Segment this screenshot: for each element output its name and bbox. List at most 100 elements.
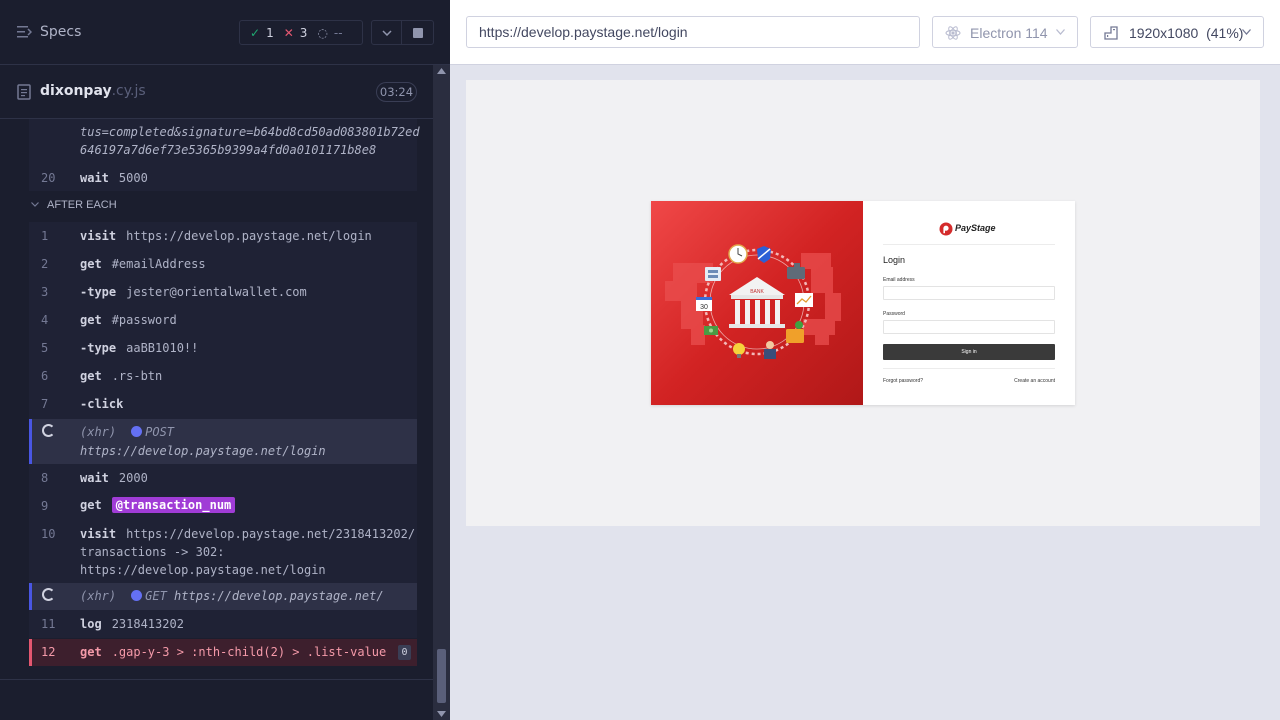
command-row[interactable]: 3 -type jester@orientalwallet.com <box>29 278 417 306</box>
specs-label[interactable]: Specs <box>40 24 81 40</box>
scroll-up-arrow-icon[interactable] <box>437 68 446 74</box>
atm-icon <box>705 267 721 281</box>
scroll-down-arrow-icon[interactable] <box>437 711 446 717</box>
command-number: 8 <box>41 471 49 485</box>
command-row[interactable]: 4 get #password <box>29 306 417 334</box>
command-row[interactable]: 10 visit https://develop.paystage.net/231… <box>29 520 417 583</box>
spinner-icon: ◌ <box>317 25 328 40</box>
command-message: .rs-btn <box>111 369 163 383</box>
lightbulb-icon <box>733 343 745 358</box>
specs-list-icon[interactable] <box>17 26 32 38</box>
failed-command-row[interactable]: 12 get .gap-y-3 > :nth-child(2) > .list-v… <box>29 639 417 666</box>
command-log-panel: Specs ✓ 1 ✕ 3 ◌ -- dixonpay.cy.js 03:24 … <box>0 0 450 720</box>
bank-label: BANK <box>750 289 764 295</box>
run-duration: 03:24 <box>376 82 417 102</box>
command-row[interactable]: 6 get .rs-btn <box>29 362 417 390</box>
command-message: .gap-y-3 > :nth-child(2) > .list-value <box>111 645 387 659</box>
viewport-size: 1920x1080 <box>1129 25 1199 41</box>
x-icon: ✕ <box>283 25 294 40</box>
command-name: get <box>80 645 102 659</box>
clock-icon <box>728 244 748 264</box>
spec-file-basename: dixonpay <box>40 83 112 99</box>
scrollbar-thumb[interactable] <box>437 649 446 703</box>
spec-file-ext: .cy.js <box>111 83 146 99</box>
reporter-footer <box>0 679 433 720</box>
command-row[interactable]: 1 visit https://develop.paystage.net/logi… <box>29 222 417 250</box>
command-row[interactable]: 5 -type aaBB1010!! <box>29 334 417 362</box>
command-log-scrollbar[interactable] <box>433 65 450 720</box>
password-field[interactable] <box>883 320 1055 334</box>
pending-stat: ◌ -- <box>317 26 342 40</box>
command-number: 5 <box>41 341 49 355</box>
password-label: Password <box>883 311 905 317</box>
command-name: -type <box>80 285 117 299</box>
loading-spinner-icon <box>42 424 55 437</box>
viewport-selector[interactable]: 1920x1080 (41%) <box>1090 16 1264 48</box>
xhr-url: https://develop.paystage.net/login <box>80 444 326 458</box>
login-heading: Login <box>883 255 906 265</box>
passed-stat: ✓ 1 <box>250 26 274 40</box>
command-name: -type <box>80 341 117 355</box>
paystage-logo: PayStage <box>939 222 996 241</box>
url-field[interactable]: https://develop.paystage.net/login <box>466 16 920 48</box>
login-card: BANK 30 PayStage Login Email address Pas… <box>651 201 1075 405</box>
command-row[interactable]: 2 get #emailAddress <box>29 250 417 278</box>
continuation-line-1: tus=completed&signature=b64bd8cd50ad0838… <box>80 125 420 139</box>
spec-file-header: dixonpay.cy.js 03:24 <box>0 65 433 119</box>
command-name: get <box>80 498 102 512</box>
chevron-down-icon <box>31 202 39 207</box>
divider <box>883 368 1055 369</box>
command-number: 2 <box>41 257 49 271</box>
command-message: aaBB1010!! <box>126 341 199 355</box>
command-number: 20 <box>41 171 56 185</box>
viewport-label: 1920x1080 (41%) <box>1129 25 1243 41</box>
xhr-line: (xhr) GET https://develop.paystage.net/ <box>80 589 384 603</box>
command-message-line-2: transactions -> 302: <box>80 545 225 559</box>
command-name: get <box>80 257 102 271</box>
pending-count: -- <box>333 25 343 40</box>
forgot-password-link[interactable]: Forgot password? <box>883 378 923 384</box>
xhr-status-dot <box>131 426 143 437</box>
loading-spinner-icon <box>42 588 55 601</box>
alias-badge: @transaction_num <box>111 497 236 513</box>
spec-file-name[interactable]: dixonpay.cy.js <box>40 83 146 99</box>
money-icon <box>704 326 718 335</box>
command-row[interactable]: 8 wait 2000 <box>29 464 417 492</box>
app-under-test-frame[interactable]: BANK 30 PayStage Login Email address Pas… <box>466 80 1260 526</box>
command-row[interactable]: 7 -click <box>29 390 417 418</box>
passed-count: 1 <box>266 25 274 40</box>
reporter-header: Specs ✓ 1 ✕ 3 ◌ -- <box>0 0 450 65</box>
chevron-down-icon <box>381 29 392 36</box>
command-name: -click <box>80 397 124 411</box>
xhr-request-row[interactable]: (xhr) GET https://develop.paystage.net/ <box>29 583 417 610</box>
command-number: 6 <box>41 369 49 383</box>
command-name: wait <box>80 471 109 485</box>
xhr-url: https://develop.paystage.net/ <box>174 589 384 603</box>
command-name: log <box>80 617 102 631</box>
create-account-link[interactable]: Create an account <box>1014 378 1055 384</box>
stop-button[interactable] <box>401 20 434 45</box>
calendar-label: 30 <box>700 304 708 311</box>
xhr-request-row[interactable]: (xhr) POST https://develop.paystage.net/l… <box>29 419 417 464</box>
command-number: 7 <box>41 397 49 411</box>
command-row[interactable]: 11 log 2318413202 <box>29 610 417 638</box>
test-stats: ✓ 1 ✕ 3 ◌ -- <box>239 20 363 45</box>
failed-stat: ✕ 3 <box>284 26 308 40</box>
expand-collapse-button[interactable] <box>371 20 402 45</box>
chart-icon <box>795 293 813 307</box>
email-field[interactable] <box>883 286 1055 300</box>
sign-in-button[interactable]: Sign in <box>883 344 1055 360</box>
xhr-method: GET <box>145 589 167 603</box>
xhr-method: POST <box>145 425 175 439</box>
coin-wallet-icon <box>786 321 804 343</box>
xhr-line-1: (xhr) POST <box>80 425 174 439</box>
browser-selector[interactable]: Electron 114 <box>932 16 1078 48</box>
command-number: 1 <box>41 229 49 243</box>
command-message: 2000 <box>118 471 148 485</box>
preview-toolbar: https://develop.paystage.net/login Elect… <box>450 0 1280 65</box>
command-name: visit <box>80 229 117 243</box>
stop-icon <box>412 27 423 38</box>
command-name: wait <box>80 171 109 185</box>
command-row[interactable]: 9 get @transaction_num <box>29 492 417 520</box>
command-row[interactable]: 20 wait 5000 <box>29 165 417 191</box>
